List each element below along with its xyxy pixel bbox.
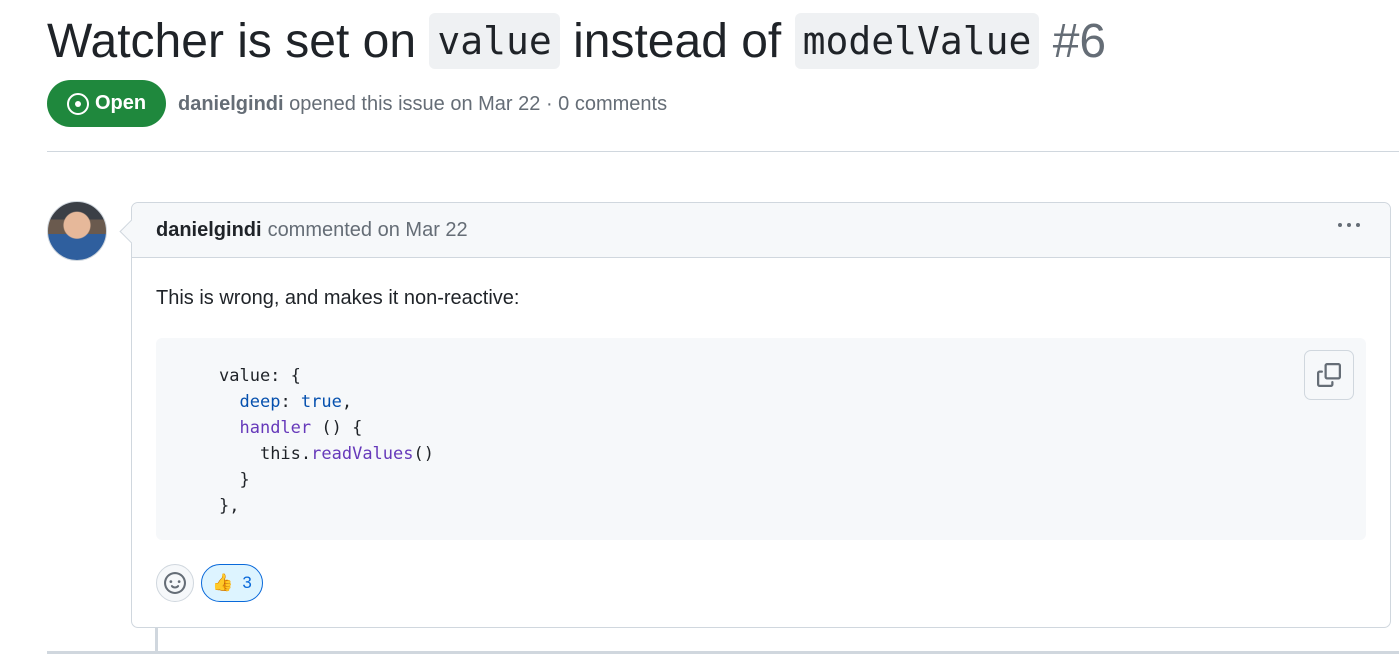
comment-header: danielgindi commented on Mar 22: [132, 203, 1390, 258]
comment-author-link[interactable]: danielgindi: [156, 219, 262, 242]
thumbs-up-icon: 👍: [212, 573, 234, 592]
title-code-modelvalue: modelValue: [794, 13, 1040, 69]
thumbs-up-reaction[interactable]: 👍 3: [201, 564, 263, 602]
code-token: () {: [311, 418, 363, 438]
copy-button[interactable]: [1304, 350, 1354, 400]
code-line: value: {: [219, 366, 301, 386]
issue-author-link[interactable]: danielgindi: [178, 93, 284, 115]
code-block: value: { deep: true, handler () { this.r…: [156, 338, 1366, 540]
code-token: (): [413, 444, 434, 464]
kebab-horizontal-icon[interactable]: [1338, 223, 1360, 227]
code-token: handler: [239, 418, 312, 438]
code-line: }: [239, 470, 250, 490]
title-code-value: value: [429, 13, 560, 69]
code-token: readValues: [311, 444, 414, 464]
code-token: deep: [239, 392, 281, 412]
comment-body-text: This is wrong, and makes it non-reactive…: [156, 287, 520, 309]
comment-box: danielgindi commented on Mar 22 This is …: [131, 202, 1391, 628]
copy-icon: [1317, 363, 1341, 387]
issue-meta: danielgindi opened this issue on Mar 22 …: [178, 93, 667, 116]
issue-title: Watcher is set on value instead of model…: [47, 12, 1106, 74]
header-divider: [47, 151, 1399, 152]
title-text-2: instead of: [573, 15, 782, 68]
smiley-icon: [164, 572, 186, 594]
title-text-1: Watcher is set on: [47, 15, 417, 68]
reaction-count: 3: [242, 573, 252, 592]
reactions-bar: 👍 3: [156, 564, 263, 602]
code-token: true: [300, 392, 342, 412]
code-line: },: [219, 496, 240, 516]
add-reaction-button[interactable]: [156, 564, 194, 602]
issue-opened-icon: [66, 92, 89, 115]
issue-state-badge: Open: [47, 80, 166, 127]
issue-number: #6: [1052, 15, 1107, 68]
issue-meta-text: opened this issue on Mar 22 · 0 comments: [289, 93, 668, 115]
timeline-divider: [47, 651, 1399, 654]
issue-state-label: Open: [94, 92, 147, 114]
code-token: this.: [259, 444, 312, 464]
comment-meta-text: commented on Mar 22: [267, 218, 468, 241]
avatar[interactable]: [47, 201, 107, 261]
